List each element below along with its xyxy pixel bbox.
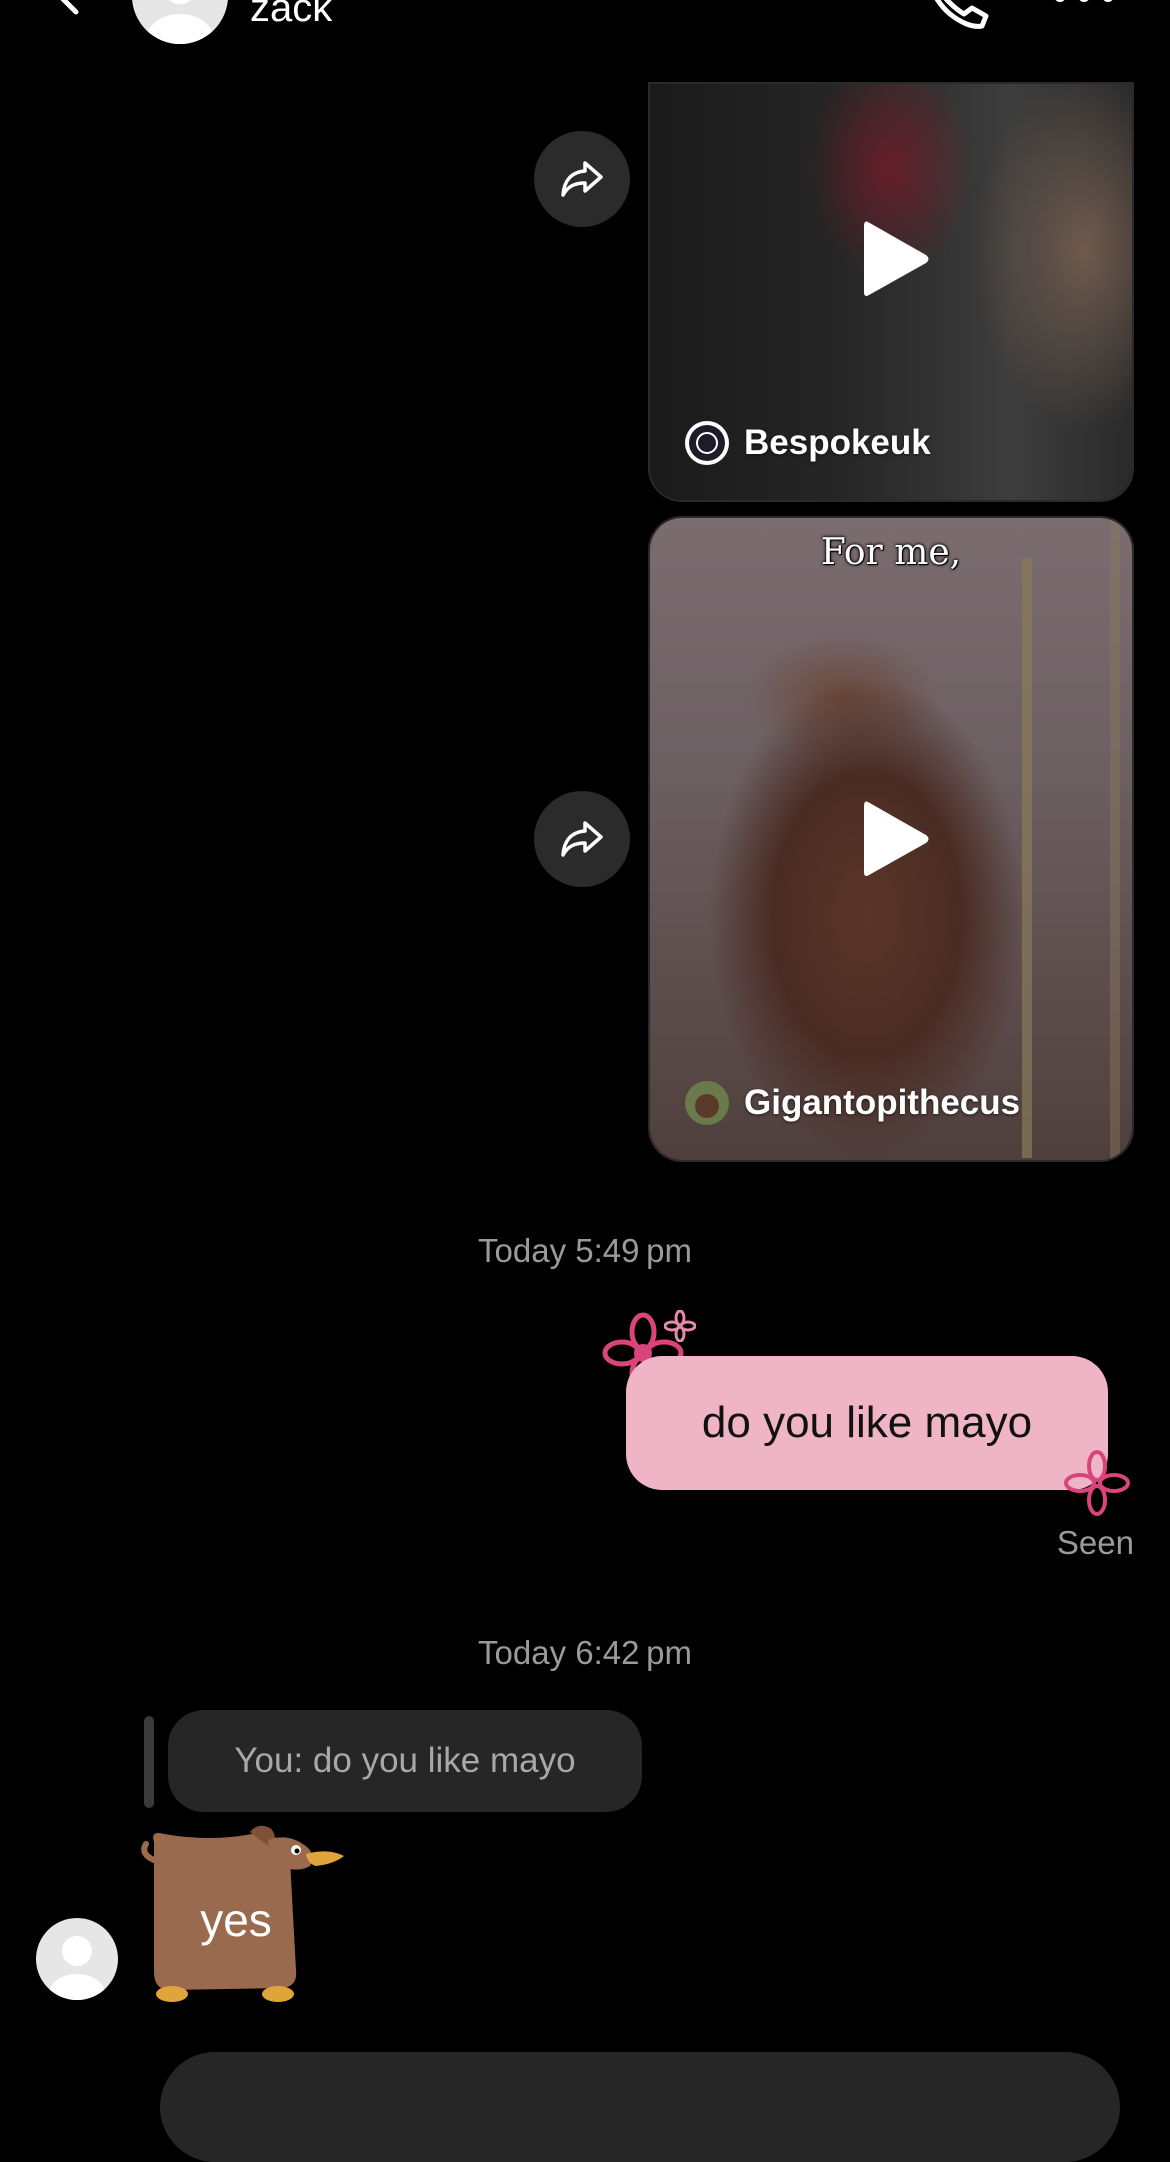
creator-name: Bespokeuk — [744, 423, 931, 462]
shared-video-card[interactable]: For me, Gigantopithecus — [648, 516, 1134, 1162]
message-timestamp: Today 5:49 pm — [478, 1232, 692, 1269]
flower-decoration-icon — [664, 1310, 696, 1342]
back-icon[interactable] — [42, 0, 88, 16]
play-icon[interactable] — [846, 794, 936, 884]
share-arrow-icon — [561, 161, 603, 197]
sent-message-bubble[interactable]: do you like mayo — [626, 1356, 1108, 1490]
sticker-text: yes — [200, 1894, 272, 1946]
avatar-placeholder-icon — [48, 1936, 106, 2000]
shared-video-card[interactable]: Bespokeuk — [648, 82, 1134, 502]
video-creator: Gigantopithecus — [684, 1080, 1020, 1126]
share-button[interactable] — [534, 791, 630, 887]
seen-status: Seen — [1056, 1524, 1134, 1561]
creator-avatar — [685, 421, 729, 465]
creator-name: Gigantopithecus — [744, 1083, 1021, 1122]
share-button[interactable] — [534, 131, 630, 227]
reply-quote[interactable]: You: do you like mayo — [168, 1710, 642, 1812]
play-icon[interactable] — [846, 214, 936, 304]
contact-avatar[interactable] — [132, 0, 228, 44]
more-icon[interactable] — [1052, 0, 1116, 10]
message-timestamp: Today 6:42 pm — [478, 1634, 692, 1671]
video-caption: For me, — [820, 532, 962, 573]
chat-header: zack — [0, 0, 1170, 80]
phone-icon[interactable] — [920, 0, 992, 32]
flower-decoration-icon — [1064, 1450, 1130, 1516]
creator-avatar — [685, 1081, 729, 1125]
avatar-placeholder-icon — [146, 0, 214, 44]
message-composer[interactable] — [160, 2052, 1120, 2162]
share-arrow-icon — [561, 821, 603, 857]
reply-indicator — [144, 1716, 154, 1808]
contact-avatar[interactable] — [36, 1918, 118, 2000]
contact-name[interactable]: zack — [250, 0, 332, 28]
video-creator: Bespokeuk — [684, 420, 931, 466]
